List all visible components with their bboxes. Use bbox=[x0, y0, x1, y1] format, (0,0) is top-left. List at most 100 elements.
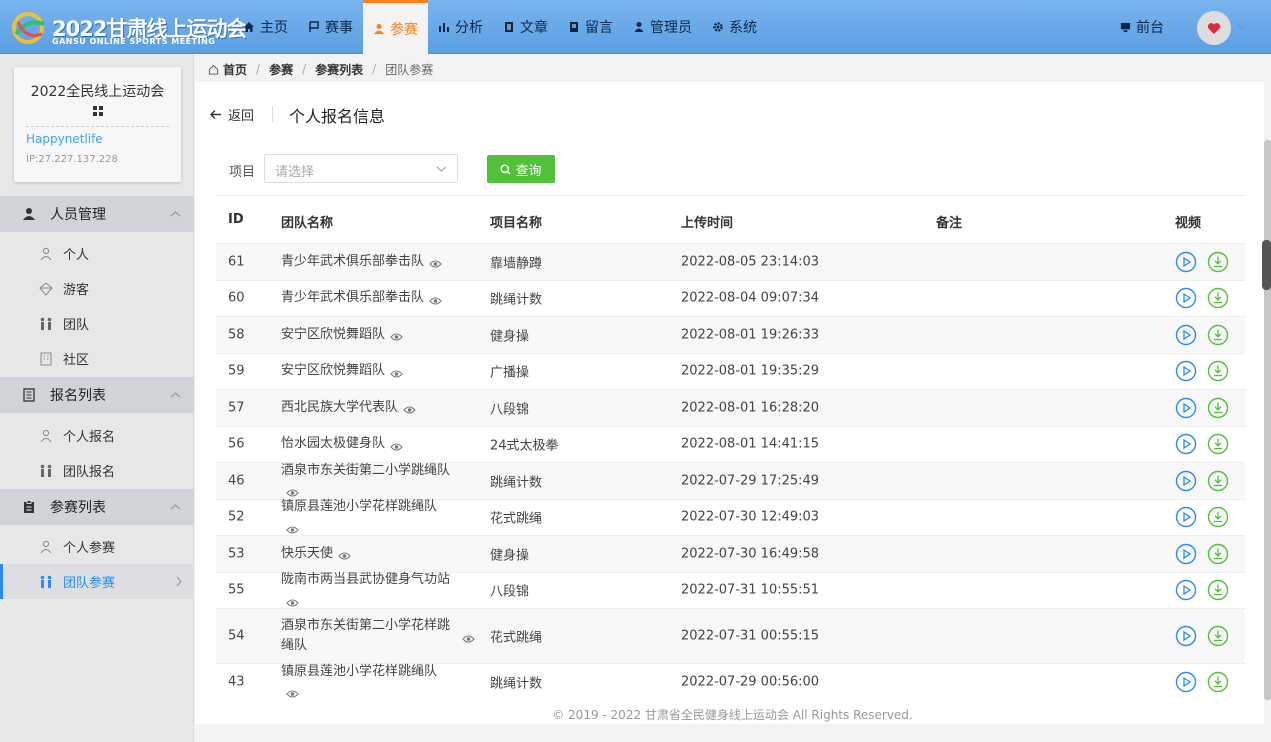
eye-icon[interactable] bbox=[286, 686, 299, 698]
play-video-icon[interactable] bbox=[1175, 671, 1197, 693]
nav-articles[interactable]: 文章 bbox=[493, 0, 558, 54]
eye-icon[interactable] bbox=[403, 402, 416, 414]
eye-icon[interactable] bbox=[462, 631, 475, 643]
sidebar-item-community[interactable]: 社区 bbox=[0, 341, 194, 376]
sidebar-item-team-registration[interactable]: 团队报名 bbox=[0, 453, 194, 488]
eye-icon[interactable] bbox=[390, 439, 403, 451]
play-video-icon[interactable] bbox=[1175, 287, 1197, 309]
back-button[interactable]: 返回 bbox=[209, 105, 254, 124]
team-name: 安宁区欣悦舞蹈队 bbox=[281, 363, 386, 379]
cell-project: 健身操 bbox=[490, 548, 530, 564]
sidebar-item-individual-registration[interactable]: 个人报名 bbox=[0, 418, 194, 453]
nav-label: 管理员 bbox=[650, 20, 692, 36]
section-participants[interactable]: 参赛列表 bbox=[0, 489, 194, 525]
eye-icon[interactable] bbox=[390, 329, 403, 341]
download-icon[interactable] bbox=[1207, 251, 1229, 273]
download-icon[interactable] bbox=[1207, 543, 1229, 565]
sidebar-item-label: 团队 bbox=[63, 318, 90, 333]
nav-messages[interactable]: 留言 bbox=[558, 0, 623, 54]
eye-icon[interactable] bbox=[338, 548, 351, 560]
eye-icon[interactable] bbox=[429, 256, 442, 268]
team-icon bbox=[40, 317, 52, 330]
eye-icon[interactable] bbox=[286, 522, 299, 534]
chevron-up-icon bbox=[170, 392, 181, 398]
download-icon[interactable] bbox=[1207, 397, 1229, 419]
chevron-down-icon[interactable] bbox=[1236, 22, 1248, 32]
sidebar-item-team-participation[interactable]: 团队参赛 bbox=[0, 564, 194, 599]
nav-participate[interactable]: 参赛 bbox=[363, 0, 428, 54]
nav-label: 文章 bbox=[520, 20, 548, 36]
breadcrumb-separator: / bbox=[372, 62, 377, 76]
play-video-icon[interactable] bbox=[1175, 433, 1197, 455]
nav-events[interactable]: 赛事 bbox=[298, 0, 363, 54]
eye-icon[interactable] bbox=[429, 293, 442, 305]
download-icon[interactable] bbox=[1207, 360, 1229, 382]
cell-team: 安宁区欣悦舞蹈队 bbox=[281, 325, 451, 345]
breadcrumb-separator: / bbox=[256, 62, 261, 76]
section-personnel[interactable]: 人员管理 bbox=[0, 196, 194, 232]
person-outline-icon bbox=[40, 429, 52, 443]
front-desk-label: 前台 bbox=[1136, 20, 1164, 36]
table-row: 55 陇南市两当县武协健身气功站 八段锦 2022-07-31 10:55:51 bbox=[216, 571, 1245, 609]
breadcrumb-list[interactable]: 参赛列表 bbox=[315, 61, 363, 78]
download-icon[interactable] bbox=[1207, 671, 1229, 693]
cell-project: 24式太极拳 bbox=[490, 438, 559, 454]
nav-home[interactable]: 主页 bbox=[233, 0, 298, 54]
breadcrumb-participate[interactable]: 参赛 bbox=[269, 61, 293, 78]
nav-system[interactable]: 系统 bbox=[702, 0, 767, 54]
cell-project: 八段锦 bbox=[490, 584, 530, 600]
sidebar-item-visitor[interactable]: 游客 bbox=[0, 271, 194, 306]
section-registrations[interactable]: 报名列表 bbox=[0, 377, 194, 413]
cell-team: 镇原县莲池小学花样跳绳队 bbox=[281, 662, 451, 702]
table-row: 43 镇原县莲池小学花样跳绳队 跳绳计数 2022-07-29 00:56:00 bbox=[216, 663, 1245, 700]
col-project: 项目名称 bbox=[490, 216, 543, 231]
sidebar-item-individual-participation[interactable]: 个人参赛 bbox=[0, 529, 194, 564]
play-video-icon[interactable] bbox=[1175, 324, 1197, 346]
qrcode-icon[interactable] bbox=[92, 105, 104, 117]
play-video-icon[interactable] bbox=[1175, 470, 1197, 492]
play-video-icon[interactable] bbox=[1175, 360, 1197, 382]
project-select[interactable]: 请选择 bbox=[264, 154, 458, 183]
download-icon[interactable] bbox=[1207, 287, 1229, 309]
download-icon[interactable] bbox=[1207, 579, 1229, 601]
person-outline-icon bbox=[40, 540, 52, 554]
front-desk-link[interactable]: 前台 bbox=[1120, 0, 1164, 54]
eye-icon[interactable] bbox=[286, 485, 299, 497]
scrollbar-handle[interactable] bbox=[1262, 240, 1271, 290]
username[interactable]: Happynetlife bbox=[26, 132, 103, 146]
cell-id: 46 bbox=[228, 473, 245, 489]
sidebar-item-label: 个人 bbox=[63, 248, 90, 263]
eye-icon[interactable] bbox=[286, 595, 299, 607]
team-name: 安宁区欣悦舞蹈队 bbox=[281, 326, 386, 342]
play-video-icon[interactable] bbox=[1175, 251, 1197, 273]
nav-admin[interactable]: 管理员 bbox=[623, 0, 702, 54]
play-video-icon[interactable] bbox=[1175, 506, 1197, 528]
nav-analysis[interactable]: 分析 bbox=[428, 0, 493, 54]
nav-label: 分析 bbox=[455, 20, 483, 36]
sidebar-item-individual[interactable]: 个人 bbox=[0, 236, 194, 271]
play-video-icon[interactable] bbox=[1175, 543, 1197, 565]
download-icon[interactable] bbox=[1207, 625, 1229, 647]
download-icon[interactable] bbox=[1207, 324, 1229, 346]
download-icon[interactable] bbox=[1207, 470, 1229, 492]
search-icon bbox=[500, 164, 511, 174]
breadcrumb-home[interactable]: 首页 bbox=[223, 61, 247, 78]
cell-team: 酒泉市东关街第二小学跳绳队 bbox=[281, 461, 451, 501]
site-logo[interactable]: 2022甘肃线上运动会 GANSU ONLINE SPORTS MEETING bbox=[10, 8, 247, 48]
sidebar-item-team[interactable]: 团队 bbox=[0, 306, 194, 341]
play-video-icon[interactable] bbox=[1175, 579, 1197, 601]
cell-team: 酒泉市东关街第二小学花样跳绳队 bbox=[281, 616, 475, 656]
scrollbar-track[interactable] bbox=[1264, 140, 1271, 700]
cell-upload-time: 2022-08-04 09:07:34 bbox=[681, 290, 820, 306]
chevron-down-icon bbox=[436, 166, 447, 172]
table-row: 46 酒泉市东关街第二小学跳绳队 跳绳计数 2022-07-29 17:25:49 bbox=[216, 462, 1245, 499]
col-id: ID bbox=[228, 212, 244, 227]
play-video-icon[interactable] bbox=[1175, 625, 1197, 647]
query-button[interactable]: 查询 bbox=[487, 155, 555, 183]
download-icon[interactable] bbox=[1207, 506, 1229, 528]
avatar[interactable] bbox=[1197, 11, 1231, 45]
download-icon[interactable] bbox=[1207, 433, 1229, 455]
play-video-icon[interactable] bbox=[1175, 397, 1197, 419]
eye-icon[interactable] bbox=[390, 366, 403, 378]
cell-upload-time: 2022-08-01 16:28:20 bbox=[681, 400, 820, 416]
